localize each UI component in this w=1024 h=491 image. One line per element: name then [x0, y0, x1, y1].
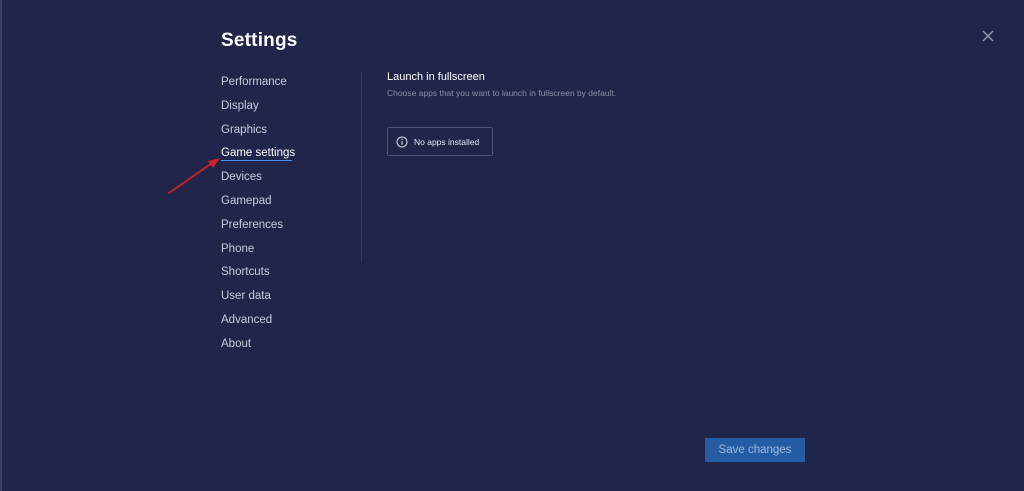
- nav-item-display[interactable]: Display: [221, 96, 351, 120]
- nav-item-label: About: [221, 337, 252, 350]
- nav-item-user-data[interactable]: User data: [221, 286, 351, 310]
- nav-item-label: Preferences: [221, 218, 284, 231]
- page-title: Settings: [221, 30, 298, 51]
- nav-item-preferences[interactable]: Preferences: [221, 215, 351, 239]
- nav-item-label: Graphics: [221, 123, 268, 136]
- nav-item-advanced[interactable]: Advanced: [221, 310, 351, 334]
- no-apps-message: No apps installed: [414, 136, 480, 147]
- save-changes-button[interactable]: Save changes: [705, 438, 805, 462]
- nav-item-gamepad[interactable]: Gamepad: [221, 191, 351, 215]
- annotation-arrow-icon: [168, 158, 220, 194]
- nav-item-label: Display: [221, 99, 259, 112]
- nav-divider: [361, 72, 362, 262]
- window-edge: [0, 0, 2, 491]
- nav-item-devices[interactable]: Devices: [221, 167, 351, 191]
- nav-item-shortcuts[interactable]: Shortcuts: [221, 262, 351, 286]
- nav-item-label: Performance: [221, 76, 287, 88]
- active-tab-indicator: [221, 160, 292, 162]
- close-icon: [982, 30, 994, 42]
- nav-item-game-settings[interactable]: Game settings: [221, 143, 351, 167]
- nav-item-label: Game settings: [221, 147, 296, 160]
- nav-item-label: Phone: [221, 242, 255, 255]
- nav-item-label: Devices: [221, 171, 262, 184]
- nav-item-about[interactable]: About: [221, 334, 351, 358]
- settings-window: Settings Performance Display Graphics Ga…: [0, 0, 1024, 491]
- nav-item-performance[interactable]: Performance: [221, 72, 351, 96]
- section-description: Choose apps that you want to launch in f…: [387, 88, 617, 98]
- nav-item-graphics[interactable]: Graphics: [221, 120, 351, 144]
- no-apps-box: No apps installed: [387, 127, 493, 156]
- nav-item-label: User data: [221, 290, 271, 303]
- close-button[interactable]: [980, 28, 996, 44]
- settings-nav: Performance Display Graphics Game settin…: [221, 72, 351, 358]
- nav-item-label: Gamepad: [221, 194, 272, 207]
- nav-item-phone[interactable]: Phone: [221, 239, 351, 263]
- section-title: Launch in fullscreen: [387, 71, 485, 83]
- nav-item-label: Shortcuts: [221, 266, 270, 279]
- info-icon: [396, 136, 408, 147]
- nav-item-label: Advanced: [221, 313, 273, 326]
